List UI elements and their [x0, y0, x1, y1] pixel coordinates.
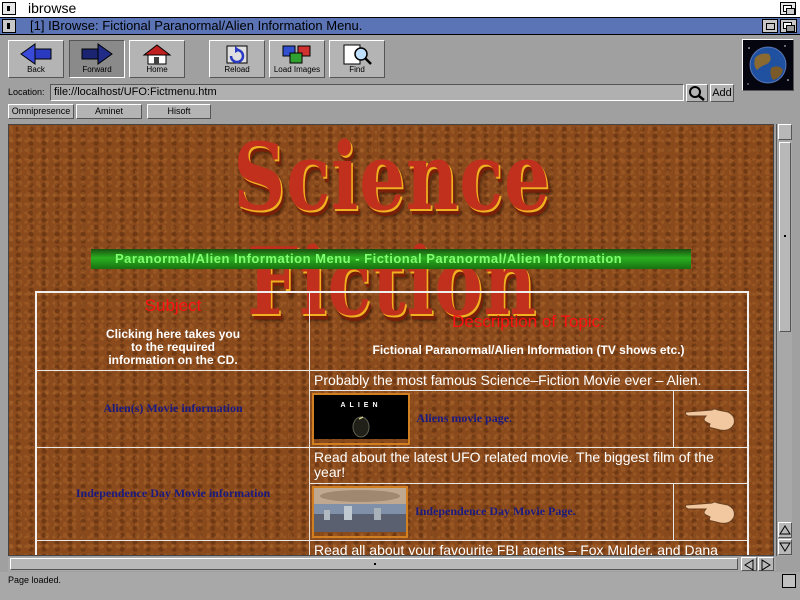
vertical-scrollbar[interactable] [776, 124, 792, 556]
arrow-up-icon [779, 525, 791, 535]
window-zoom-gadget[interactable] [762, 19, 778, 33]
subject-link-alien[interactable]: Alien(s) Movie information [103, 401, 242, 415]
arrow-right-icon [761, 559, 771, 571]
scrollbar-top-gadget[interactable] [778, 124, 792, 140]
window-title-bar[interactable]: [1] IBrowse: Fictional Paranormal/Alien … [0, 18, 800, 35]
status-text: Page loaded. [8, 575, 62, 585]
amiga-screen: ibrowse [1] IBrowse: Fictional Paranorma… [0, 0, 800, 600]
window-close-gadget[interactable] [2, 19, 16, 33]
subject-header-note: Clicking here takes you to the required … [105, 326, 241, 367]
pointer-cell-alien[interactable] [673, 389, 749, 448]
description-xfiles: Read all about your favourite FBI agents… [309, 539, 749, 555]
screen-title: ibrowse [28, 0, 77, 16]
description-alien: Probably the most famous Science–Fiction… [309, 369, 749, 391]
reload-label: Reload [224, 65, 250, 74]
hotlist-bar: Omnipresence Aminet Hisoft [0, 104, 800, 120]
subject-header-cell: Subject Clicking here takes you to the r… [35, 291, 311, 371]
window-depth-gadget[interactable] [780, 19, 797, 33]
subject-cell-alien[interactable]: Alien(s) Movie information [35, 369, 311, 448]
find-label: Find [349, 65, 365, 74]
location-bar: Location: file://localhost/UFO:Fictmenu.… [0, 84, 800, 102]
back-arrow-icon [20, 43, 52, 65]
hotlist-hisoft[interactable]: Hisoft [147, 104, 211, 119]
independence-day-page-link[interactable]: Independence Day Movie Page. [415, 503, 576, 517]
subject-cell-independence-day[interactable]: Independence Day Movie information [35, 446, 311, 541]
reload-icon [226, 45, 248, 64]
link-cell-independence-day: Independence Day Movie Page. [309, 482, 675, 541]
hotlist-aminet[interactable]: Aminet [76, 104, 142, 119]
location-label: Location: [8, 87, 45, 97]
table-row: Read all about your favourite FBI agents… [35, 539, 749, 555]
subject-link-independence-day[interactable]: Independence Day Movie information [76, 486, 270, 500]
window-size-gadget[interactable] [782, 574, 796, 588]
arrow-left-icon [744, 559, 754, 571]
alien-page-link[interactable]: Aliens movie page. [416, 410, 512, 424]
independence-day-thumbnail[interactable] [312, 485, 409, 538]
description-header: Description of Topic: [452, 311, 605, 331]
subject-cell-xfiles[interactable] [35, 539, 311, 555]
home-label: Home [146, 65, 168, 74]
scroll-up-arrow[interactable] [778, 522, 792, 538]
forward-button[interactable]: Forward [69, 40, 125, 78]
home-icon [142, 44, 172, 65]
subtitle-banner-text: Paranormal/Alien Information Menu - Fict… [115, 251, 623, 266]
window-title: [1] IBrowse: Fictional Paranormal/Alien … [30, 18, 363, 33]
topics-table: Subject Clicking here takes you to the r… [35, 291, 749, 555]
table-header-row: Subject Clicking here takes you to the r… [35, 291, 749, 371]
status-bar: Page loaded. [0, 572, 800, 600]
find-button[interactable]: Find [329, 40, 385, 78]
screen-depth-gadget[interactable] [780, 2, 796, 15]
back-label: Back [27, 65, 45, 74]
search-icon [689, 86, 705, 101]
add-button[interactable]: Add [710, 84, 734, 102]
arrow-down-icon [779, 542, 791, 552]
vertical-scroll-knob[interactable] [779, 142, 791, 332]
forward-arrow-icon [81, 43, 113, 65]
subject-header: Subject [144, 295, 202, 315]
pointer-cell-independence-day[interactable] [673, 482, 749, 541]
pointing-hand-icon[interactable] [684, 398, 738, 434]
search-button[interactable] [686, 84, 708, 102]
hotlist-omnipresence[interactable]: Omnipresence [8, 104, 74, 119]
load-images-icon [282, 45, 311, 64]
scroll-down-arrow[interactable] [778, 539, 792, 555]
location-input[interactable]: file://localhost/UFO:Fictmenu.htm [50, 84, 684, 101]
pointing-hand-icon[interactable] [684, 491, 738, 527]
scroll-right-arrow[interactable] [758, 557, 774, 571]
horizontal-scroll-knob[interactable] [10, 558, 738, 570]
forward-label: Forward [82, 65, 112, 74]
description-independence-day: Read about the latest UFO related movie.… [309, 446, 749, 484]
scroll-left-arrow[interactable] [741, 557, 757, 571]
subtitle-banner-image: Paranormal/Alien Information Menu - Fict… [91, 249, 691, 269]
find-icon [343, 44, 372, 65]
svg-text:ALIEN: ALIEN [341, 402, 382, 409]
back-button[interactable]: Back [8, 40, 64, 78]
toolbar: Back Forward Home Reload Load Images Fin… [0, 36, 800, 91]
banner-image: Science Fiction [127, 125, 657, 334]
description-header-cell: Description of Topic: Fictional Paranorm… [309, 291, 749, 371]
load-images-label: Load Images [273, 65, 321, 74]
table-row: Independence Day Movie information Read … [35, 446, 749, 541]
horizontal-scrollbar[interactable] [8, 557, 776, 571]
link-cell-alien: ALIEN Aliens movie page. [309, 389, 675, 448]
screen-title-bar: ibrowse [0, 0, 800, 18]
screen-menu-gadget[interactable] [2, 2, 16, 15]
table-row: Alien(s) Movie information Probably the … [35, 369, 749, 448]
description-header-note: Fictional Paranormal/Alien Information (… [372, 342, 685, 357]
home-button[interactable]: Home [129, 40, 185, 78]
load-images-button[interactable]: Load Images [269, 40, 325, 78]
alien-thumbnail[interactable]: ALIEN [312, 392, 411, 445]
reload-button[interactable]: Reload [209, 40, 265, 78]
page-content[interactable]: Science Fiction Paranormal/Alien Informa… [8, 124, 774, 556]
